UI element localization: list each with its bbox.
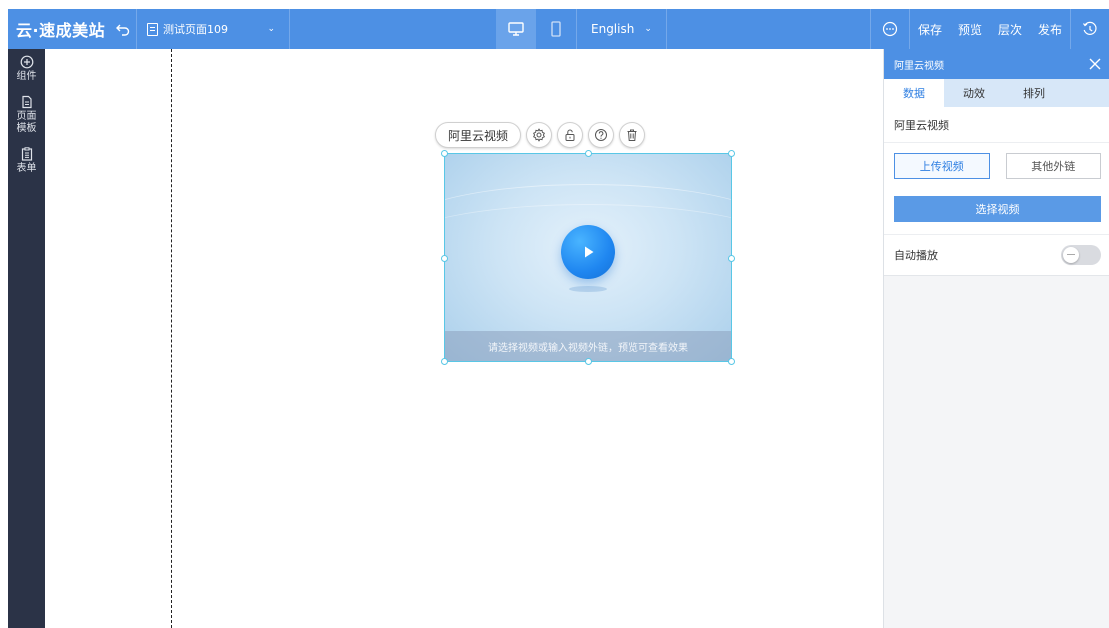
resize-handle[interactable] bbox=[441, 255, 448, 262]
page-icon bbox=[147, 22, 158, 36]
page-selector[interactable]: 测试页面109 ⌄ bbox=[137, 9, 289, 49]
mobile-view-button[interactable] bbox=[536, 9, 576, 49]
unlock-icon bbox=[565, 129, 575, 141]
history-icon bbox=[1083, 21, 1097, 35]
layers-button[interactable]: 层次 bbox=[990, 9, 1030, 49]
document-icon bbox=[21, 95, 32, 109]
sidebar-item-label: 表单 bbox=[16, 163, 37, 174]
tab-arrange[interactable]: 排列 bbox=[1004, 79, 1064, 107]
mobile-icon bbox=[551, 21, 561, 37]
clipboard-icon bbox=[21, 147, 32, 161]
design-canvas[interactable]: 阿里云视频 请选择视频或输入视频外链，预览可查看效果 bbox=[45, 49, 883, 628]
autoplay-row: 自动播放 bbox=[884, 234, 1109, 276]
video-source-row: 上传视频 其他外链 bbox=[884, 143, 1109, 179]
component-name-label[interactable]: 阿里云视频 bbox=[435, 122, 522, 148]
autoplay-toggle[interactable] bbox=[1061, 245, 1101, 265]
top-toolbar: 云·速成美站 测试页面109 ⌄ English ⌄ 保存 预览 层次 发布 bbox=[8, 9, 1109, 49]
desktop-icon bbox=[508, 22, 524, 36]
resize-handle[interactable] bbox=[728, 150, 735, 157]
editor-root: 云·速成美站 测试页面109 ⌄ English ⌄ 保存 预览 层次 发布 组… bbox=[0, 0, 1109, 628]
left-sidebar: 组件 页面 模板 表单 bbox=[8, 49, 45, 628]
brand-logo: 云·速成美站 bbox=[16, 21, 106, 40]
toggle-knob bbox=[1063, 247, 1079, 263]
divider bbox=[289, 9, 290, 49]
sidebar-item-label: 组件 bbox=[16, 71, 37, 82]
tab-data[interactable]: 数据 bbox=[884, 79, 944, 107]
preview-button[interactable]: 预览 bbox=[950, 9, 990, 49]
play-button[interactable] bbox=[561, 225, 615, 279]
history-button[interactable] bbox=[1071, 9, 1109, 49]
trash-icon bbox=[627, 129, 637, 141]
sidebar-item-page-templates[interactable]: 页面 模板 bbox=[8, 95, 45, 135]
select-video-button[interactable]: 选择视频 bbox=[894, 196, 1101, 222]
page-name: 测试页面109 bbox=[163, 23, 228, 36]
properties-panel: 阿里云视频 数据 动效 排列 阿里云视频 上传视频 其他外链 选择视频 自动播放 bbox=[883, 49, 1109, 628]
device-switcher: English ⌄ bbox=[496, 9, 667, 49]
gear-icon bbox=[533, 128, 545, 142]
panel-title: 阿里云视频 bbox=[894, 60, 944, 72]
desktop-view-button[interactable] bbox=[496, 9, 536, 49]
save-button[interactable]: 保存 bbox=[910, 9, 950, 49]
resize-handle[interactable] bbox=[441, 150, 448, 157]
close-icon[interactable] bbox=[1087, 56, 1103, 72]
delete-button[interactable] bbox=[619, 122, 646, 148]
chevron-down-icon: ⌄ bbox=[644, 24, 652, 34]
play-icon bbox=[585, 246, 594, 258]
help-button[interactable] bbox=[588, 122, 615, 148]
panel-header: 阿里云视频 bbox=[884, 49, 1109, 79]
lock-button[interactable] bbox=[557, 122, 584, 148]
panel-body: 阿里云视频 上传视频 其他外链 选择视频 自动播放 bbox=[884, 107, 1109, 276]
more-button[interactable] bbox=[871, 9, 909, 49]
resize-handle[interactable] bbox=[585, 358, 592, 365]
sidebar-item-label: 页面 模板 bbox=[16, 111, 37, 134]
resize-handle[interactable] bbox=[728, 255, 735, 262]
undo-icon[interactable] bbox=[115, 21, 131, 37]
language-selector[interactable]: English ⌄ bbox=[577, 9, 666, 49]
more-icon bbox=[882, 21, 898, 37]
section-title: 阿里云视频 bbox=[884, 107, 1109, 143]
plus-circle-icon bbox=[20, 55, 33, 69]
autoplay-label: 自动播放 bbox=[894, 249, 938, 262]
play-shadow bbox=[569, 286, 607, 292]
resize-handle[interactable] bbox=[728, 358, 735, 365]
sidebar-item-forms[interactable]: 表单 bbox=[8, 147, 45, 175]
divider bbox=[665, 9, 667, 49]
sidebar-item-components[interactable]: 组件 bbox=[8, 55, 45, 83]
toolbar-actions: 保存 预览 层次 发布 bbox=[869, 9, 1109, 49]
external-link-button[interactable]: 其他外链 bbox=[1005, 153, 1101, 179]
upload-video-button[interactable]: 上传视频 bbox=[894, 153, 990, 179]
video-hint: 请选择视频或输入视频外链，预览可查看效果 bbox=[445, 331, 731, 361]
brand: 云·速成美站 bbox=[8, 9, 136, 49]
component-toolbar: 阿里云视频 bbox=[435, 122, 646, 148]
tab-animation[interactable]: 动效 bbox=[944, 79, 1004, 107]
panel-tabs: 数据 动效 排列 bbox=[884, 79, 1109, 107]
chevron-down-icon: ⌄ bbox=[267, 24, 275, 34]
language-label: English bbox=[591, 22, 635, 36]
settings-button[interactable] bbox=[526, 122, 553, 148]
resize-handle[interactable] bbox=[585, 150, 592, 157]
video-component[interactable]: 请选择视频或输入视频外链，预览可查看效果 bbox=[441, 150, 735, 365]
layout-guide-line bbox=[171, 49, 172, 628]
question-icon bbox=[595, 129, 608, 141]
publish-button[interactable]: 发布 bbox=[1030, 9, 1070, 49]
resize-handle[interactable] bbox=[441, 358, 448, 365]
